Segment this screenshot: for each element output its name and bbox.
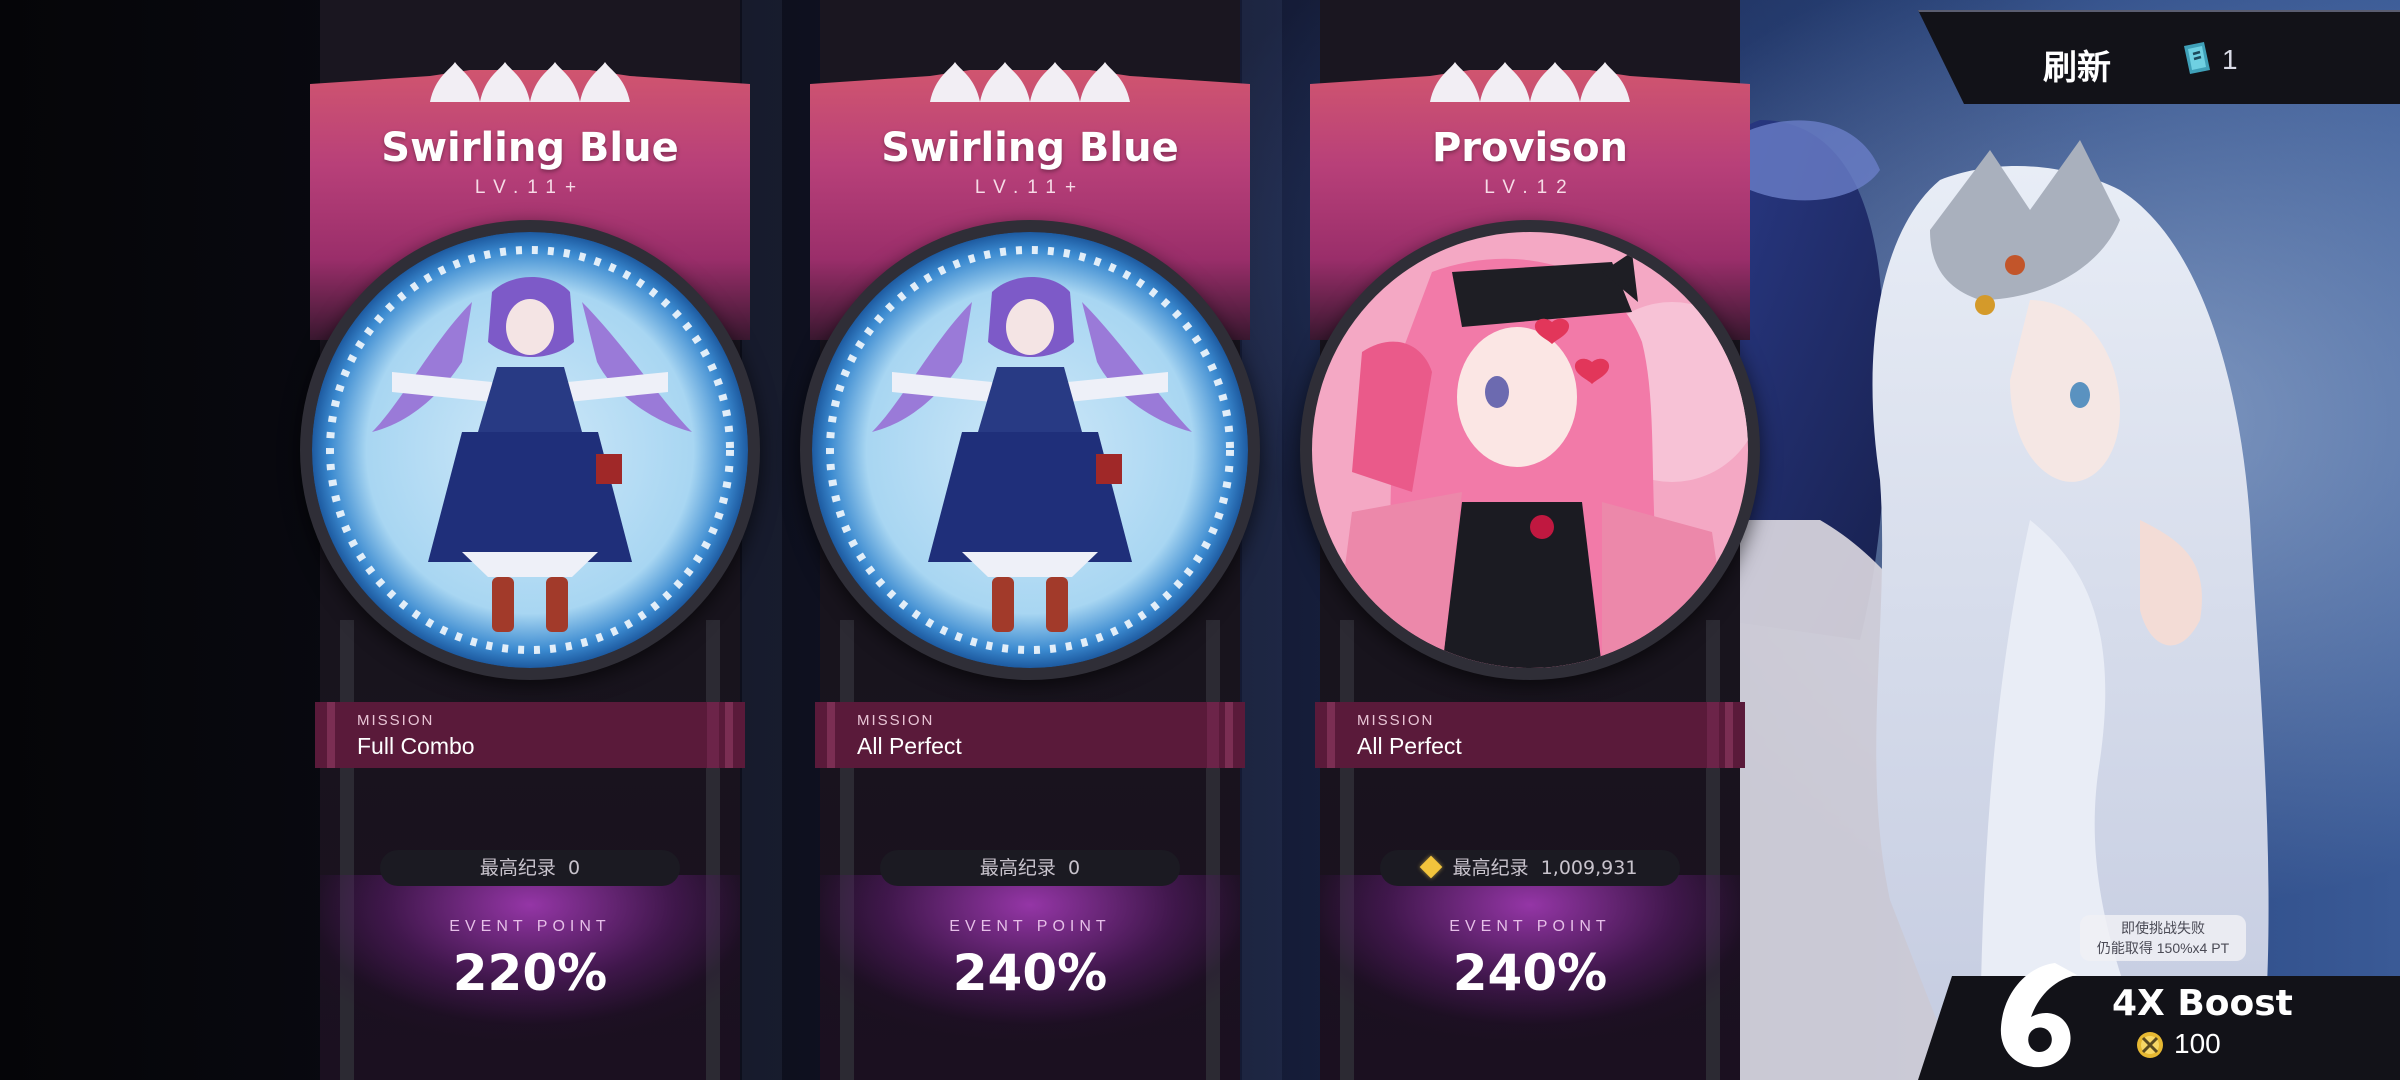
difficulty-stars-icon: [430, 62, 630, 102]
song-title: Provison: [1431, 125, 1629, 171]
song-jacket[interactable]: [312, 232, 748, 668]
refresh-button[interactable]: 刷新 1: [1918, 10, 2400, 104]
event-point-label: EVENT POINT: [1449, 918, 1611, 935]
refresh-count: 1: [2222, 44, 2238, 75]
best-score-pill: 最高纪录 0: [880, 850, 1180, 886]
coin-icon: [2137, 1032, 2163, 1058]
event-point-label: EVENT POINT: [449, 918, 611, 935]
best-score-value: 0: [568, 857, 581, 879]
mission-label: MISSION: [1357, 712, 1435, 729]
best-diamond-icon: [1419, 855, 1442, 879]
difficulty-stars-icon: [1430, 62, 1630, 102]
song-jacket[interactable]: [812, 232, 1248, 668]
mission-value: Full Combo: [357, 733, 475, 759]
boost-emblem-icon: [2000, 963, 2077, 1068]
jacket-swirling-blue: [812, 232, 1248, 668]
song-level: LV.11+: [474, 177, 586, 198]
song-title: Swirling Blue: [881, 125, 1179, 171]
refresh-label: 刷新: [2043, 48, 2111, 88]
jacket-provison: [1312, 232, 1748, 668]
boost-tooltip: 即使挑战失败 仍能取得 150%x4 PT: [2080, 915, 2246, 961]
mission-bar: MISSION All Perfect: [1315, 702, 1745, 768]
best-score-label: 最高纪录: [979, 857, 1056, 879]
event-point-value: 240%: [1452, 944, 1608, 1002]
boost-cost: 100: [2174, 1028, 2221, 1059]
song-title: Swirling Blue: [381, 125, 679, 171]
difficulty-stars-icon: [930, 62, 1130, 102]
song-level: LV.12: [1484, 177, 1576, 198]
event-point-value: 220%: [452, 944, 608, 1002]
best-score-pill: 最高纪录 0: [380, 850, 680, 886]
best-score-pill: 最高纪录 1,009,931: [1380, 850, 1680, 886]
song-card[interactable]: Swirling Blue LV.11+ MISSI: [800, 0, 1310, 1080]
mission-label: MISSION: [857, 712, 935, 729]
best-score-label: 最高纪录: [479, 857, 556, 879]
mission-label: MISSION: [357, 712, 435, 729]
event-point-label: EVENT POINT: [949, 918, 1111, 935]
best-score-value: 1,009,931: [1540, 857, 1638, 879]
song-card[interactable]: Provison LV.12 MISSION All Perfect 最高纪录 …: [1300, 0, 1810, 1080]
jacket-swirling-blue: [312, 232, 748, 668]
boost-tip-line1: 即使挑战失败: [2121, 920, 2205, 936]
event-point-value: 240%: [952, 944, 1108, 1002]
best-score-value: 0: [1068, 857, 1081, 879]
mission-bar: MISSION Full Combo: [315, 702, 745, 768]
refresh-ticket-icon: [2184, 42, 2210, 74]
boost-title: 4X Boost: [2112, 983, 2293, 1024]
best-score-label: 最高纪录: [1452, 857, 1529, 879]
song-jacket[interactable]: [1312, 232, 1748, 668]
boost-tip-line2: 仍能取得 150%x4 PT: [2096, 940, 2230, 956]
song-level: LV.11+: [974, 177, 1086, 198]
mission-value: All Perfect: [857, 733, 962, 759]
mission-bar: MISSION All Perfect: [815, 702, 1245, 768]
mission-value: All Perfect: [1357, 733, 1462, 759]
song-card[interactable]: Swirling Blue LV.11+ MISSI: [300, 0, 810, 1080]
